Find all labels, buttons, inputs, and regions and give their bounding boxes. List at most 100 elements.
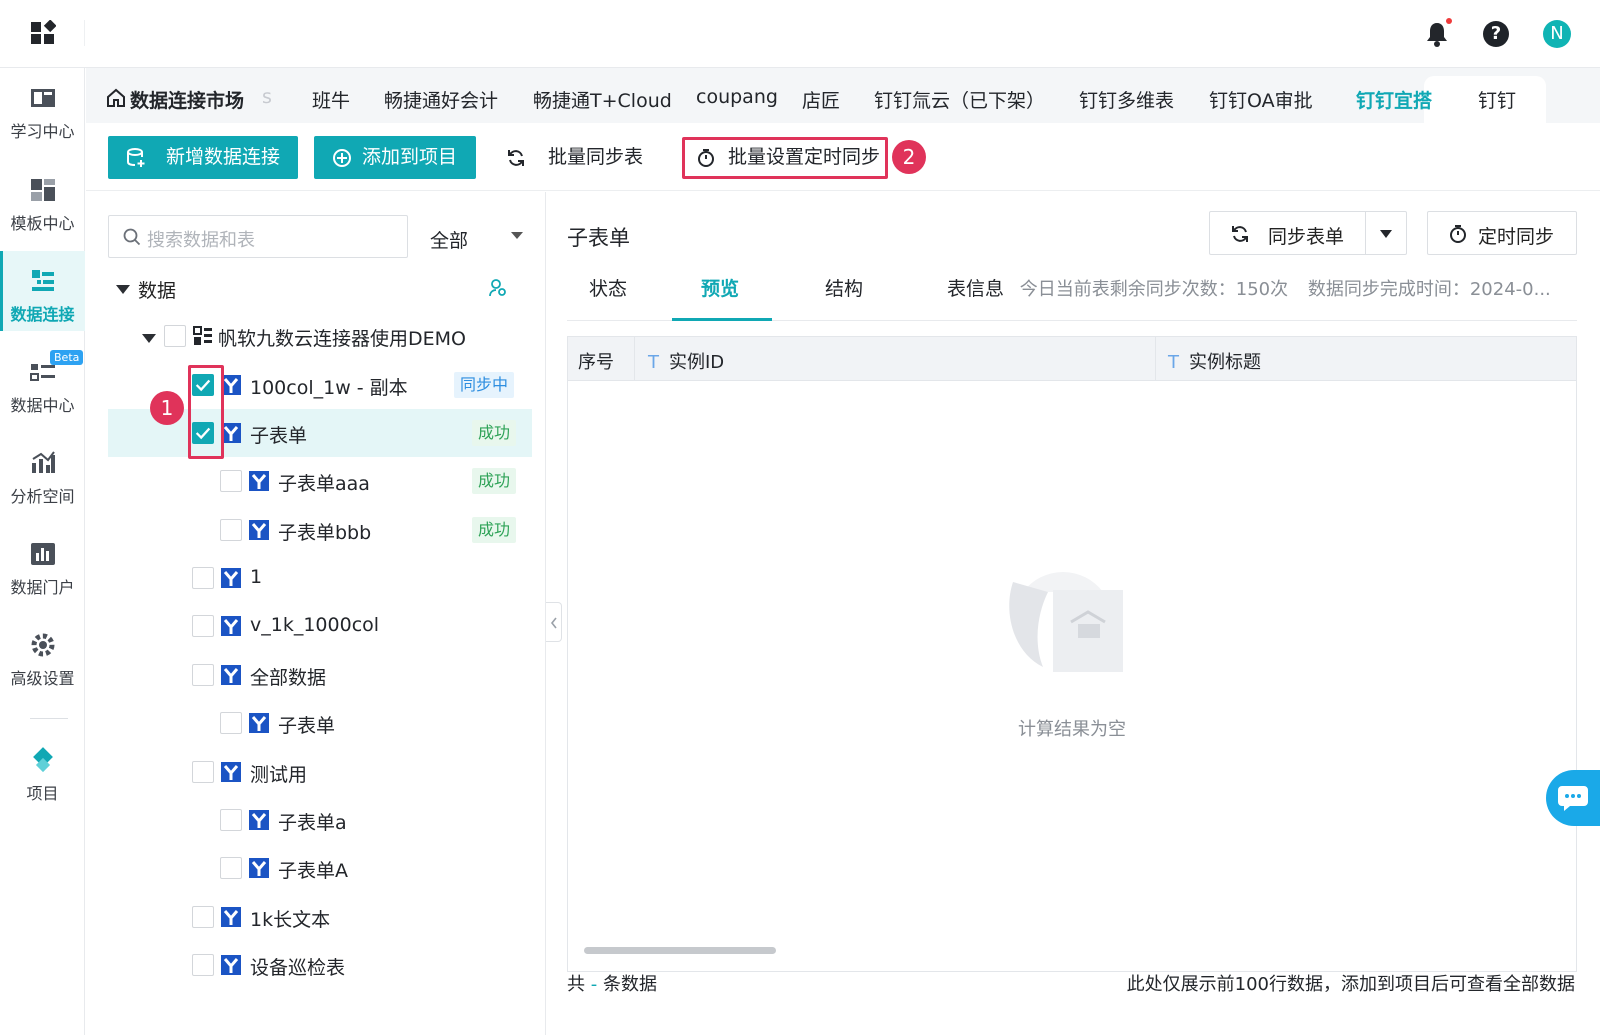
caret-down-icon[interactable] — [1380, 230, 1392, 238]
sidebar-item-advanced-settings[interactable]: 高级设置 — [0, 615, 85, 695]
sync-form-button[interactable]: 同步表单 — [1209, 211, 1407, 255]
table-info: 表信息 今日当前表剩余同步次数：150次 数据同步完成时间：2024-0... — [947, 274, 1551, 301]
tree-row[interactable]: 全部数据 — [108, 651, 532, 699]
caret-down-icon[interactable] — [511, 232, 523, 239]
checkbox[interactable] — [192, 615, 214, 637]
data-connect-icon — [32, 270, 54, 291]
checkbox[interactable] — [220, 809, 242, 831]
column-header-instance-title[interactable]: T 实例标题 — [1168, 348, 1261, 374]
batch-sync-button[interactable]: 批量同步表 — [506, 136, 666, 179]
tab-data-connection-market[interactable]: 数据连接市场 — [130, 86, 244, 113]
row-count-value: - — [590, 974, 598, 995]
help-icon[interactable]: ? — [1483, 21, 1509, 47]
tree-row[interactable]: 1 — [108, 554, 532, 602]
checkbox[interactable] — [192, 954, 214, 976]
active-tab-indicator — [672, 318, 772, 321]
callout-badge-1: 1 — [150, 391, 184, 425]
yida-table-icon — [249, 858, 269, 878]
filter-select[interactable]: 全部 — [430, 226, 468, 253]
preview-note: 此处仅展示前100行数据，添加到项目后可查看全部数据 — [1126, 974, 1575, 995]
sidebar-item-analysis[interactable]: 分析空间 — [0, 433, 85, 513]
database-add-icon — [127, 148, 145, 167]
checkbox[interactable] — [192, 567, 214, 589]
tab-coupang[interactable]: coupang — [696, 86, 778, 108]
horizontal-scrollbar[interactable] — [584, 947, 776, 954]
tab-preview[interactable]: 预览 — [701, 274, 739, 301]
collapse-caret-icon[interactable] — [116, 285, 130, 294]
sidebar-item-project[interactable]: 项目 — [0, 730, 85, 810]
tree-row[interactable]: 测试用 — [108, 748, 532, 796]
checkbox[interactable] — [220, 470, 242, 492]
yida-table-icon — [221, 665, 241, 685]
app-grid-icon[interactable] — [30, 20, 56, 46]
checkbox[interactable] — [220, 712, 242, 734]
tree-row[interactable]: 子表单bbb 成功 — [108, 506, 532, 554]
checkbox[interactable] — [192, 906, 214, 928]
checkbox[interactable] — [192, 664, 214, 686]
row-count-suffix: 条数据 — [602, 974, 657, 995]
tab-banniu[interactable]: 班牛 — [312, 86, 350, 113]
user-settings-icon[interactable] — [488, 278, 508, 298]
tab-faded[interactable]: s — [262, 86, 272, 108]
new-connection-button[interactable]: 新增数据连接 — [108, 136, 298, 179]
sidebar-item-data-connection[interactable]: 数据连接 — [0, 251, 85, 331]
divider — [30, 718, 68, 719]
tab-dingtalk-yida[interactable]: 钉钉宜搭 — [1356, 86, 1432, 113]
tab-dianjiang[interactable]: 店匠 — [802, 86, 840, 113]
checkbox[interactable] — [164, 325, 186, 347]
data-tree-panel: 搜索数据和表 全部 数据 帆软九数云连接器使用DEMO 100col_1w - … — [86, 192, 546, 1035]
button-label: 新增数据连接 — [166, 146, 281, 168]
column-header-index[interactable]: 序号 — [578, 348, 614, 374]
tree-row[interactable]: 子表单aaa 成功 — [108, 457, 532, 505]
checkbox[interactable] — [192, 761, 214, 783]
tree-row[interactable]: 设备巡检表 — [108, 941, 532, 989]
tab-dingtalk-multidim[interactable]: 钉钉多维表 — [1079, 86, 1174, 113]
checkbox[interactable] — [220, 519, 242, 541]
tab-dingtalk-chuanyun[interactable]: 钉钉氚云（已下架） — [874, 86, 1045, 113]
tree-label: 子表单 — [278, 715, 336, 737]
column-header-instance-id[interactable]: T 实例ID — [648, 348, 724, 374]
tree-label: 100col_1w - 副本 — [250, 377, 408, 399]
highlight-box-checkboxes — [188, 365, 224, 459]
sidebar-item-label: 模板中心 — [10, 214, 75, 233]
sidebar-item-label: 项目 — [26, 784, 59, 803]
tab-dingtalk-oa[interactable]: 钉钉OA审批 — [1209, 86, 1313, 113]
tree-row[interactable]: v_1k_1000col — [108, 602, 532, 650]
search-input[interactable]: 搜索数据和表 — [108, 215, 408, 258]
notification-bell-icon[interactable] — [1424, 20, 1450, 48]
plus-circle-icon — [333, 149, 351, 167]
sidebar-item-data-center[interactable]: Beta 数据中心 — [0, 342, 85, 422]
home-icon — [107, 88, 125, 107]
tab-chanjet-accounting[interactable]: 畅捷通好会计 — [384, 86, 498, 113]
tree-row[interactable]: 1k长文本 — [108, 893, 532, 941]
portal-icon — [31, 543, 55, 565]
sync-complete-time: 数据同步完成时间：2024-0... — [1307, 279, 1551, 300]
tree-row[interactable]: 子表单A — [108, 844, 532, 892]
sidebar-item-portal[interactable]: 数据门户 — [0, 524, 85, 604]
column-divider[interactable] — [634, 337, 635, 381]
tab-status[interactable]: 状态 — [589, 274, 627, 301]
tree-label: 子表单bbb — [278, 522, 372, 544]
add-to-project-button[interactable]: 添加到项目 — [314, 136, 476, 179]
sidebar-item-label: 数据中心 — [10, 396, 75, 415]
tree-row[interactable]: 子表单a — [108, 796, 532, 844]
main-panel: 子表单 同步表单 定时同步 状态 预览 结构 表信息 今日当前表剩余同步次数：1… — [547, 192, 1600, 1035]
avatar[interactable]: N — [1543, 20, 1571, 48]
tree-connector-row[interactable]: 帆软九数云连接器使用DEMO — [108, 312, 532, 360]
tab-dingtalk[interactable]: 钉钉 — [1478, 86, 1516, 113]
tree-row[interactable]: 子表单 — [108, 699, 532, 747]
preview-table: 序号 T 实例ID T 实例标题 计算结果为空 — [567, 336, 1577, 972]
column-divider[interactable] — [1155, 337, 1156, 381]
checkbox[interactable] — [220, 857, 242, 879]
timer-sync-button[interactable]: 定时同步 — [1427, 211, 1577, 255]
chat-support-button[interactable] — [1546, 770, 1600, 826]
top-bar: ? N — [0, 0, 1600, 68]
button-label: 同步表单 — [1268, 226, 1345, 248]
tab-structure[interactable]: 结构 — [825, 274, 863, 301]
sidebar-item-learning[interactable]: 学习中心 — [0, 68, 85, 148]
tree-label: 帆软九数云连接器使用DEMO — [218, 328, 466, 350]
column-header-label: 实例ID — [669, 352, 725, 373]
yida-table-icon — [249, 471, 269, 491]
tab-chanjet-tplus[interactable]: 畅捷通T+Cloud — [533, 86, 672, 113]
sidebar-item-templates[interactable]: 模板中心 — [0, 160, 85, 240]
